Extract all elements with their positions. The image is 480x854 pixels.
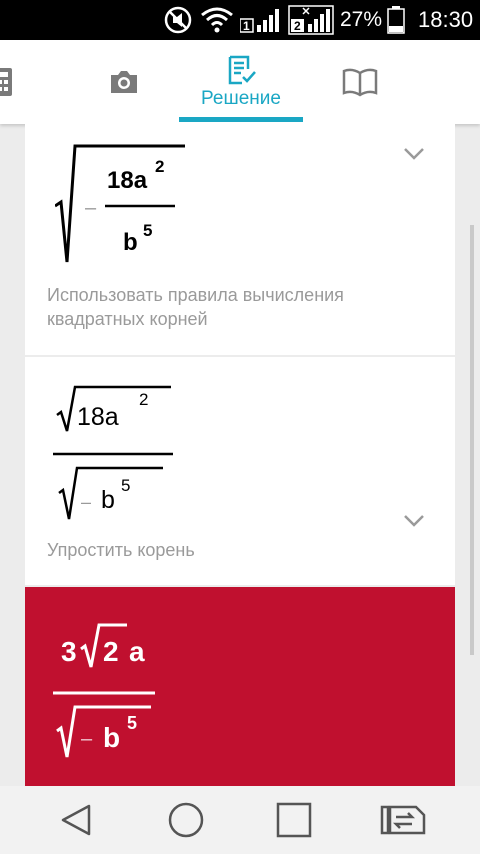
chevron-down-icon[interactable] xyxy=(403,514,425,528)
navigation-bar xyxy=(0,786,480,854)
result-denominator: b xyxy=(103,722,120,753)
result-variable: a xyxy=(129,636,145,667)
tab-solution-label: Решение xyxy=(201,88,281,109)
step-2-description-line1: Упростить корень xyxy=(47,540,195,560)
sim2-label: 2 xyxy=(294,19,301,33)
battery-percent: 27% xyxy=(340,8,383,31)
solution-icon xyxy=(228,55,256,85)
tab-calculator[interactable] xyxy=(0,40,20,124)
step-1-description-line2: квадратных корней xyxy=(47,309,208,329)
result-coefficient: 3 xyxy=(61,636,77,667)
back-icon xyxy=(61,804,91,836)
recent-apps-button[interactable] xyxy=(254,786,334,854)
step-1-denominator-exponent: 5 xyxy=(143,221,152,240)
calculator-icon xyxy=(0,68,12,96)
home-button[interactable] xyxy=(146,786,226,854)
step-1-denominator: b xyxy=(123,229,138,256)
result-denominator-exponent: 5 xyxy=(127,713,137,733)
step-2-denominator: b xyxy=(101,486,115,514)
step-1-numerator-exponent: 2 xyxy=(155,157,164,176)
camera-icon xyxy=(111,71,137,93)
switch-sim-icon xyxy=(380,805,426,835)
step-1-description-line1: Использовать правила вычисления xyxy=(47,285,344,305)
result-radicand: 2 xyxy=(103,636,119,667)
result-card: 3 2 a – b 5 xyxy=(25,587,455,786)
battery-icon xyxy=(386,0,406,40)
recent-apps-icon xyxy=(276,802,312,838)
step-1-sign: – xyxy=(85,197,97,219)
chevron-down-icon[interactable] xyxy=(403,147,425,161)
book-icon xyxy=(342,68,378,97)
result-sign: – xyxy=(81,728,93,750)
step-1-description: Использовать правила вычисления квадратн… xyxy=(47,283,344,331)
clock: 18:30 xyxy=(418,7,474,32)
status-bar: 1 2 27% 18:30 xyxy=(0,0,480,40)
step-2-denominator-exponent: 5 xyxy=(121,476,130,495)
sim1-label: 1 xyxy=(243,19,250,33)
solution-steps: – 18a 2 b 5 Использовать правила вычисле… xyxy=(25,124,455,786)
step-2-sign: – xyxy=(81,492,91,512)
back-button[interactable] xyxy=(36,786,116,854)
step-2-description: Упростить корень xyxy=(47,538,195,562)
scrollbar[interactable] xyxy=(470,225,474,655)
step-1-expression: – 18a 2 b 5 xyxy=(55,144,185,263)
home-icon xyxy=(168,802,204,838)
step-2-numerator-exponent: 2 xyxy=(139,390,148,409)
tab-solution[interactable]: Решение xyxy=(181,40,301,124)
step-1-numerator: 18a xyxy=(107,167,148,194)
tab-bar: Решение xyxy=(0,40,480,124)
step-2-numerator: 18a xyxy=(77,403,119,431)
step-2-expression: 18a 2 – b 5 xyxy=(53,385,173,520)
switch-sim-button[interactable] xyxy=(363,786,443,854)
active-tab-indicator xyxy=(179,117,303,122)
step-card-1[interactable]: – 18a 2 b 5 Использовать правила вычисле… xyxy=(25,124,455,355)
tab-camera[interactable] xyxy=(92,40,156,124)
mute-icon xyxy=(162,0,194,40)
tab-book[interactable] xyxy=(328,40,392,124)
step-card-2[interactable]: 18a 2 – b 5 Упростить корень xyxy=(25,357,455,585)
wifi-icon xyxy=(200,0,234,40)
result-expression: 3 2 a – b 5 xyxy=(53,623,155,758)
signal-sim2-icon: 2 xyxy=(288,0,334,40)
signal-sim1-icon: 1 xyxy=(240,0,284,40)
